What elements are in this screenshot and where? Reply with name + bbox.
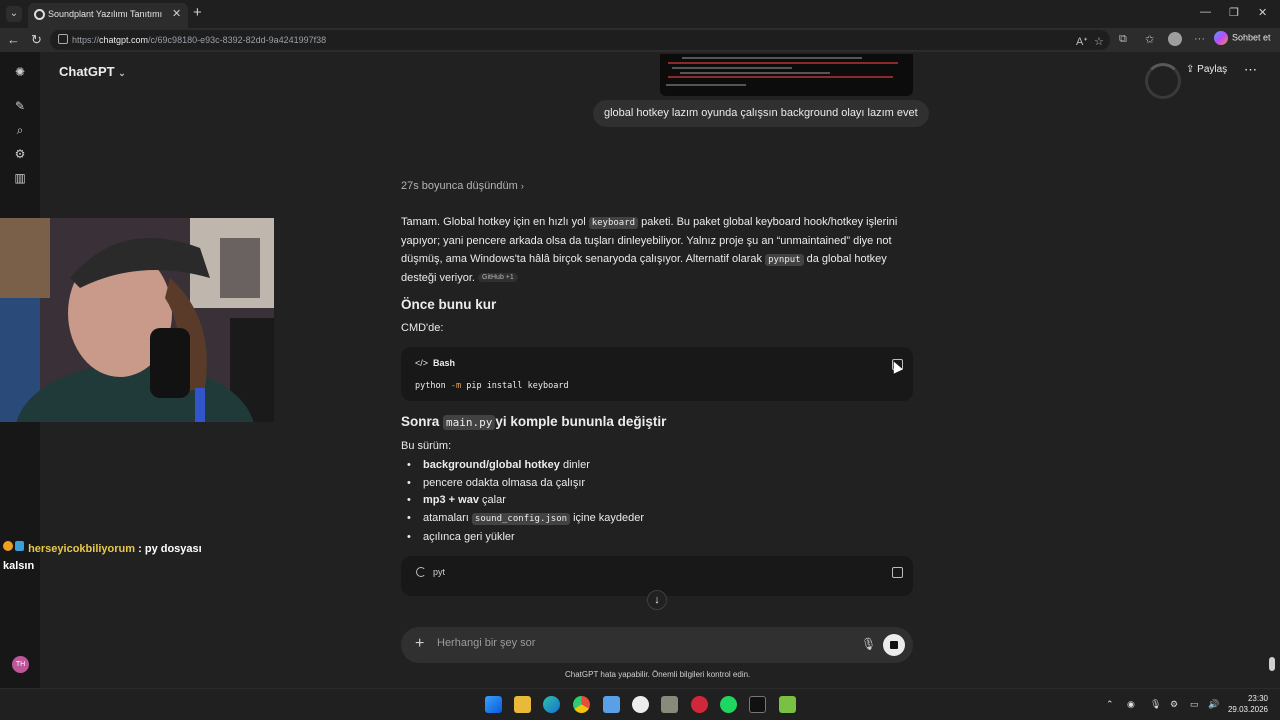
list-item: background/global hotkey dinler [401,457,913,475]
terminal-icon[interactable] [749,696,766,713]
feature-list: background/global hotkey dinler pencere … [401,457,913,547]
code-language-label: pyt [433,567,446,577]
steam-tray-icon[interactable]: ◉ [1127,699,1135,710]
tray-overflow-icon[interactable]: ⌃ [1106,699,1114,710]
app-red-icon[interactable] [691,696,708,713]
chatgpt-favicon-icon [34,9,45,20]
chevron-down-icon: ⌄ [118,68,126,78]
reload-icon[interactable]: ↻ [31,32,42,48]
list-item: mp3 + wav çalar [401,492,913,510]
disclaimer-text: ChatGPT hata yapabilir. Önemli bilgileri… [565,670,751,679]
close-window-icon[interactable]: ✕ [1258,6,1267,19]
read-aloud-icon[interactable]: Aᐩ [1076,35,1088,48]
share-icon: ⇪ [1186,64,1195,75]
stream-chat-message: herseyicokbiliyorum : py dosyası kalsın [3,540,213,575]
copy-code-icon[interactable] [892,567,903,578]
microphone-tray-icon[interactable]: 🎙 [1150,699,1161,710]
new-chat-icon[interactable]: ✎ [12,98,28,114]
browser-toolbar: ← ↻ https://chatgpt.com/c/69c98180-e93c-… [0,28,1280,52]
heading-replace: Sonra main.py yi komple bununla değiştir [401,414,667,430]
source-badge[interactable]: GitHub +1 [478,273,518,283]
response-paragraph: Tamam. Global hotkey için en hızlı yol k… [401,216,898,284]
user-message: global hotkey lazım oyunda çalışsın back… [593,100,929,127]
share-button[interactable]: ⇪ Paylaş [1186,64,1227,75]
spotify-icon[interactable] [720,696,737,713]
gpts-icon[interactable]: ⚙ [12,146,28,162]
list-item: açılınca geri yükler [401,529,913,547]
microphone-icon[interactable]: 🎙 [861,637,876,651]
code-block-bash: </> Bash python -m pip install keyboard [401,347,913,401]
loading-spinner-icon [1145,63,1181,99]
windows-taskbar: ⌃ ◉ 🎙 ⚙ ▭ 🔊 23:30 29.03.2026 [0,688,1280,720]
thinking-summary[interactable]: 27s boyunca düşündüm › [401,180,524,192]
site-info-icon[interactable] [58,34,68,44]
cmd-label: CMD'de: [401,322,444,334]
inline-code-pynput: pynput [765,254,804,266]
loading-icon [416,567,426,577]
extensions-icon[interactable]: ⧉ [1119,33,1127,46]
inline-code-main-py: main.py [443,415,496,430]
app-icon[interactable] [661,696,678,713]
favorites-icon[interactable]: ✩ [1145,33,1154,46]
tab-list-button[interactable]: ⌄ [6,6,22,22]
copilot-icon [1214,31,1228,45]
url-text[interactable]: https://chatgpt.com/c/69c98180-e93c-8392… [72,35,326,45]
tab-close-icon[interactable]: ✕ [172,7,181,20]
version-label: Bu sürüm: [401,440,452,452]
edge-browser-icon[interactable] [543,696,560,713]
stop-generating-button[interactable] [883,634,905,656]
code-line: python -m pip install keyboard [415,381,569,391]
browser-tab-strip: ⌄ Soundplant Yazılımı Tanıtımı ✕ + — ❐ ✕ [0,0,1280,28]
scrollbar-thumb[interactable] [1269,657,1275,671]
obs-icon[interactable] [632,696,649,713]
chevron-right-icon: › [520,181,524,191]
list-item: atamaları sound_config.json içine kayded… [401,510,913,529]
heading-install: Önce bunu kur [401,297,497,312]
message-composer: + Herhangi bir şey sor 🎙 [401,627,913,663]
volume-icon[interactable]: 🔊 [1208,699,1219,710]
new-tab-button[interactable]: + [193,4,202,21]
chat-badge-icon [3,540,25,558]
code-language-label: </> Bash [415,358,456,368]
chrome-icon[interactable] [573,696,590,713]
copilot-chat-button[interactable]: Sohbet et [1214,31,1271,49]
inline-code-keyboard: keyboard [588,217,639,229]
openai-logo-icon[interactable]: ✺ [12,64,28,80]
address-bar[interactable]: https://chatgpt.com/c/69c98180-e93c-8392… [50,30,1110,50]
start-windows-icon[interactable] [485,696,502,713]
more-menu-icon[interactable]: ··· [1194,33,1205,45]
back-icon[interactable]: ← [7,32,20,47]
search-icon[interactable]: ⌕ [12,122,28,138]
scroll-down-button[interactable]: ↓ [647,590,667,610]
prompt-input[interactable]: Herhangi bir şey sor [437,637,535,649]
add-attachment-icon[interactable]: + [415,635,424,653]
profile-avatar[interactable] [1168,32,1182,46]
notepad-plus-icon[interactable] [779,696,796,713]
restore-icon[interactable]: ❐ [1229,6,1239,19]
tab-title: Soundplant Yazılımı Tanıtımı [48,9,163,19]
webcam-overlay [0,218,274,422]
minimize-icon[interactable]: — [1200,6,1211,18]
notepad-icon[interactable] [603,696,620,713]
user-avatar[interactable]: TH [12,656,29,673]
chat-username: herseyicokbiliyorum [28,542,136,555]
list-item: pencere odakta olmasa da çalışır [401,475,913,493]
model-selector[interactable]: ChatGPT ⌄ [59,64,126,79]
network-icon[interactable]: ▭ [1190,699,1199,710]
library-icon[interactable]: ▥ [12,170,28,186]
file-explorer-icon[interactable] [514,696,531,713]
webcam-image [0,218,274,422]
system-clock[interactable]: 23:30 29.03.2026 [1226,693,1268,715]
browser-tab[interactable]: Soundplant Yazılımı Tanıtımı ✕ [28,3,188,28]
conversation-options-icon[interactable]: ⋯ [1244,62,1257,78]
code-icon: </> [415,358,429,368]
attached-screenshot[interactable] [660,54,913,96]
settings-tray-icon[interactable]: ⚙ [1170,699,1178,710]
favorite-star-icon[interactable]: ☆ [1094,35,1104,48]
